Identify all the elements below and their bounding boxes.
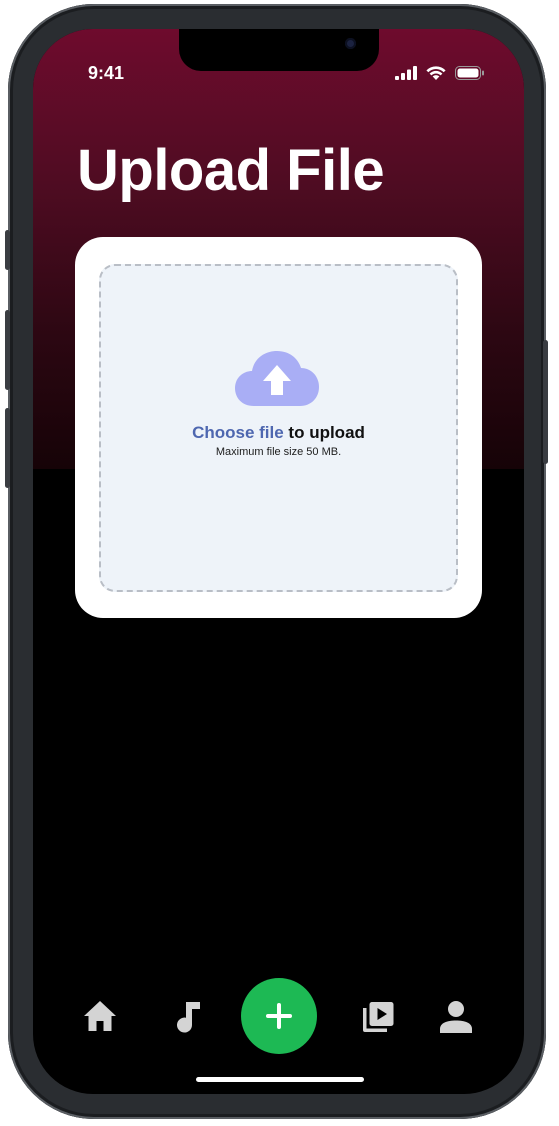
notch [179, 29, 379, 71]
choose-file-link[interactable]: Choose file [192, 423, 284, 442]
profile-icon [440, 1001, 472, 1033]
volume-down-button [5, 408, 10, 488]
home-icon [84, 1001, 116, 1031]
upload-instruction-suffix: to upload [283, 423, 365, 442]
status-time: 9:41 [88, 63, 125, 83]
silent-switch [5, 230, 10, 270]
tab-home[interactable] [83, 1000, 117, 1036]
cloud-upload-icon [235, 351, 319, 406]
front-camera [345, 38, 356, 49]
wifi-icon [426, 66, 446, 80]
power-button [543, 340, 548, 464]
status-icons [395, 63, 485, 83]
bottom-tab-bar [33, 973, 524, 1063]
max-file-size-note: Maximum file size 50 MB. [215, 446, 342, 458]
app-screen: 9:41 Upload File Choose file to upload M… [33, 29, 524, 1094]
tab-videos[interactable] [361, 1000, 395, 1038]
home-indicator [196, 1077, 364, 1082]
plus-icon [266, 1003, 292, 1029]
file-drop-zone[interactable]: Choose file to upload Maximum file size … [99, 264, 458, 592]
page-title: Upload File [77, 138, 385, 203]
add-upload-button[interactable] [241, 978, 317, 1054]
tab-music[interactable] [174, 1000, 202, 1038]
music-note-icon [177, 1002, 200, 1033]
cellular-signal-icon [395, 66, 417, 80]
upload-card: Choose file to upload Maximum file size … [75, 237, 482, 618]
volume-up-button [5, 310, 10, 390]
video-library-icon [363, 1002, 394, 1032]
upload-instruction: Choose file to upload [101, 423, 456, 443]
tab-profile[interactable] [439, 1000, 473, 1038]
battery-icon [455, 66, 484, 80]
